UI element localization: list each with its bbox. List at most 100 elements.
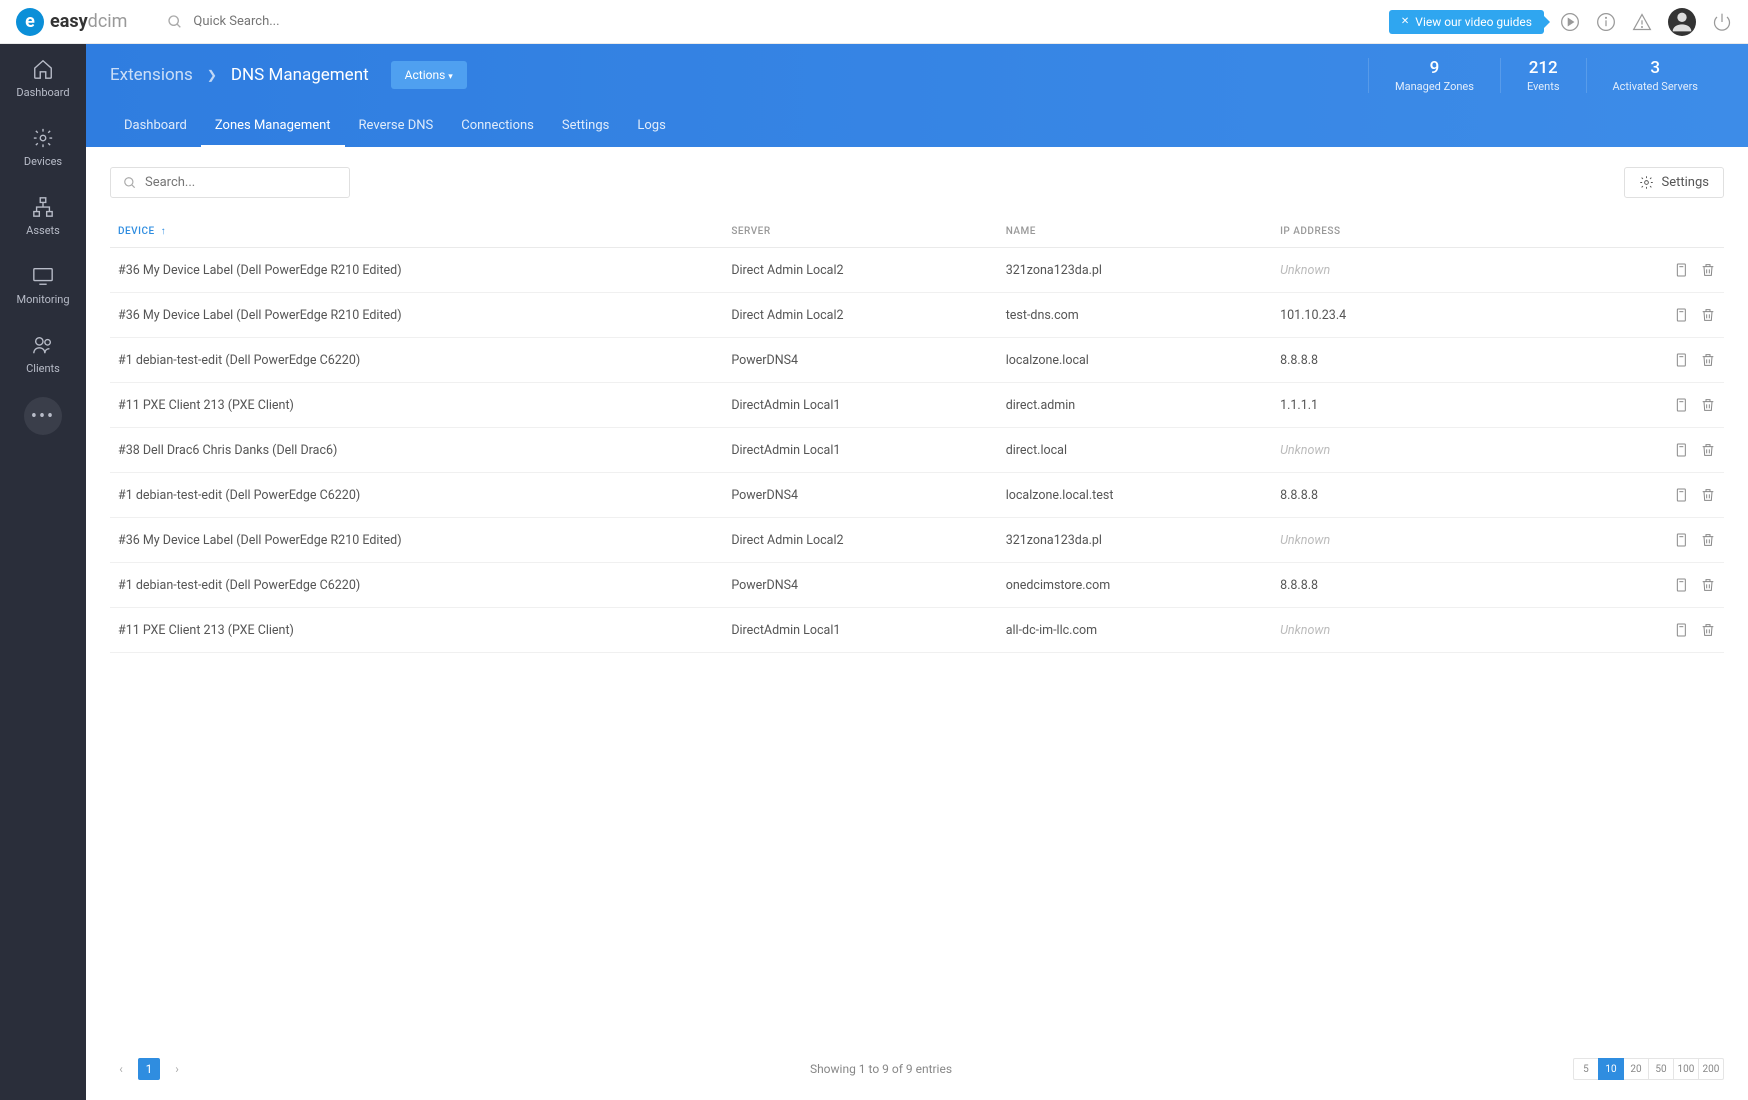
edit-icon[interactable] <box>1674 307 1690 323</box>
sidebar-more[interactable]: ••• <box>24 397 62 435</box>
col-actions[interactable] <box>1595 216 1724 248</box>
tabs: DashboardZones ManagementReverse DNSConn… <box>86 106 1748 147</box>
actions-button[interactable]: Actions ▾ <box>391 61 467 89</box>
alert-icon[interactable] <box>1632 12 1652 32</box>
tab-reverse-dns[interactable]: Reverse DNS <box>345 106 448 147</box>
cell-device: #36 My Device Label (Dell PowerEdge R210… <box>110 248 723 293</box>
table-row[interactable]: #1 debian-test-edit (Dell PowerEdge C622… <box>110 563 1724 608</box>
table-row[interactable]: #11 PXE Client 213 (PXE Client) DirectAd… <box>110 608 1724 653</box>
table-row[interactable]: #11 PXE Client 213 (PXE Client) DirectAd… <box>110 383 1724 428</box>
cell-name: localzone.local <box>998 338 1272 383</box>
cell-device: #1 debian-test-edit (Dell PowerEdge C622… <box>110 473 723 518</box>
tab-logs[interactable]: Logs <box>623 106 679 147</box>
breadcrumb-parent[interactable]: Extensions <box>110 65 193 85</box>
cell-server: Direct Admin Local2 <box>723 248 997 293</box>
sidebar-item-monitoring[interactable]: Monitoring <box>16 251 69 320</box>
trash-icon[interactable] <box>1700 487 1716 503</box>
page-header: Extensions ❯ DNS Management Actions ▾ 9M… <box>86 44 1748 147</box>
topbar: e easydcim ✕ View our video guides <box>0 0 1748 44</box>
tab-dashboard[interactable]: Dashboard <box>110 106 201 147</box>
stat-label: Events <box>1527 80 1560 93</box>
table-row[interactable]: #36 My Device Label (Dell PowerEdge R210… <box>110 248 1724 293</box>
video-guides-button[interactable]: ✕ View our video guides <box>1389 10 1544 34</box>
page-size-200[interactable]: 200 <box>1698 1058 1724 1080</box>
trash-icon[interactable] <box>1700 577 1716 593</box>
close-icon[interactable]: ✕ <box>1401 16 1409 27</box>
quick-search[interactable] <box>167 14 1388 30</box>
settings-button[interactable]: Settings <box>1624 167 1724 198</box>
cell-name: localzone.local.test <box>998 473 1272 518</box>
main: Extensions ❯ DNS Management Actions ▾ 9M… <box>86 0 1748 1100</box>
gear-icon <box>1639 175 1654 190</box>
trash-icon[interactable] <box>1700 307 1716 323</box>
page-size-20[interactable]: 20 <box>1623 1058 1649 1080</box>
page-size-5[interactable]: 5 <box>1573 1058 1599 1080</box>
tab-settings[interactable]: Settings <box>548 106 623 147</box>
sidebar-item-clients[interactable]: Clients <box>16 320 69 389</box>
page-size-10[interactable]: 10 <box>1598 1058 1624 1080</box>
cell-server: Direct Admin Local2 <box>723 293 997 338</box>
edit-icon[interactable] <box>1674 577 1690 593</box>
edit-icon[interactable] <box>1674 532 1690 548</box>
sidebar: DashboardDevicesAssetsMonitoringClients … <box>0 0 86 1100</box>
page-size-100[interactable]: 100 <box>1673 1058 1699 1080</box>
page-1[interactable]: 1 <box>138 1058 160 1080</box>
power-icon[interactable] <box>1712 12 1732 32</box>
table-row[interactable]: #1 debian-test-edit (Dell PowerEdge C622… <box>110 473 1724 518</box>
edit-icon[interactable] <box>1674 622 1690 638</box>
edit-icon[interactable] <box>1674 442 1690 458</box>
tab-connections[interactable]: Connections <box>447 106 548 147</box>
trash-icon[interactable] <box>1700 262 1716 278</box>
cell-device: #1 debian-test-edit (Dell PowerEdge C622… <box>110 338 723 383</box>
sidebar-item-devices[interactable]: Devices <box>16 113 69 182</box>
trash-icon[interactable] <box>1700 352 1716 368</box>
cell-name: onedcimstore.com <box>998 563 1272 608</box>
stat-managed-zones[interactable]: 9Managed Zones <box>1368 58 1500 93</box>
sitemap-icon <box>32 196 54 218</box>
table-row[interactable]: #36 My Device Label (Dell PowerEdge R210… <box>110 518 1724 563</box>
edit-icon[interactable] <box>1674 487 1690 503</box>
stats: 9Managed Zones 212 Events 3Activated Server… <box>1368 58 1724 93</box>
cell-server: DirectAdmin Local1 <box>723 383 997 428</box>
cell-device: #38 Dell Drac6 Chris Danks (Dell Drac6) <box>110 428 723 473</box>
info-icon[interactable] <box>1596 12 1616 32</box>
page-size-50[interactable]: 50 <box>1648 1058 1674 1080</box>
trash-icon[interactable] <box>1700 397 1716 413</box>
page-prev[interactable]: ‹ <box>110 1058 132 1080</box>
breadcrumb: Extensions ❯ DNS Management Actions ▾ <box>110 61 467 89</box>
table-search-input[interactable] <box>145 175 337 190</box>
cell-ip: 101.10.23.4 <box>1272 293 1595 338</box>
stat-num: 212 <box>1527 58 1560 78</box>
search-icon <box>167 14 183 30</box>
edit-icon[interactable] <box>1674 262 1690 278</box>
cell-ip: 8.8.8.8 <box>1272 338 1595 383</box>
logo[interactable]: e easydcim <box>16 8 127 36</box>
col-name[interactable]: NAME <box>998 216 1272 248</box>
edit-icon[interactable] <box>1674 397 1690 413</box>
avatar[interactable] <box>1668 8 1696 36</box>
logo-text: easydcim <box>50 11 127 32</box>
stat-activated-servers[interactable]: 3Activated Servers <box>1586 58 1725 93</box>
trash-icon[interactable] <box>1700 532 1716 548</box>
table-search[interactable] <box>110 167 350 198</box>
edit-icon[interactable] <box>1674 352 1690 368</box>
table-row[interactable]: #36 My Device Label (Dell PowerEdge R210… <box>110 293 1724 338</box>
col-ip-address[interactable]: IP ADDRESS <box>1272 216 1595 248</box>
col-server[interactable]: SERVER <box>723 216 997 248</box>
trash-icon[interactable] <box>1700 442 1716 458</box>
quick-search-input[interactable] <box>193 14 493 29</box>
cell-device: #11 PXE Client 213 (PXE Client) <box>110 608 723 653</box>
trash-icon[interactable] <box>1700 622 1716 638</box>
sidebar-item-dashboard[interactable]: Dashboard <box>16 44 69 113</box>
logo-bold: easy <box>50 11 88 32</box>
play-icon[interactable] <box>1560 12 1580 32</box>
sidebar-item-assets[interactable]: Assets <box>16 182 69 251</box>
table-row[interactable]: #38 Dell Drac6 Chris Danks (Dell Drac6) … <box>110 428 1724 473</box>
tab-zones-management[interactable]: Zones Management <box>201 106 345 147</box>
stat-events[interactable]: 212 Events <box>1500 58 1586 93</box>
col-device[interactable]: DEVICE↑ <box>110 216 723 248</box>
actions-label: Actions <box>405 68 446 82</box>
table-row[interactable]: #1 debian-test-edit (Dell PowerEdge C622… <box>110 338 1724 383</box>
page-next[interactable]: › <box>166 1058 188 1080</box>
stat-label: Activated Servers <box>1613 80 1699 93</box>
